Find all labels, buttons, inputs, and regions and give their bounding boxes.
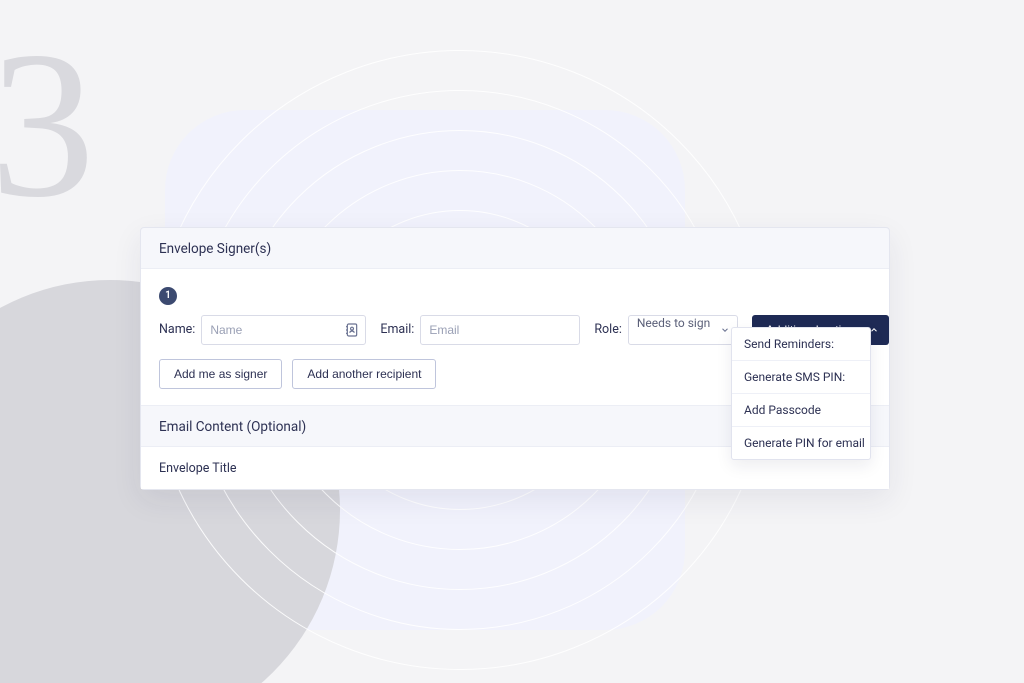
signers-section-header: Envelope Signer(s) xyxy=(141,228,889,268)
email-label: Email: xyxy=(380,322,414,337)
role-selected-value: Needs to sign xyxy=(637,316,710,330)
name-label: Name: xyxy=(159,322,195,337)
role-field: Role: Needs to sign xyxy=(594,315,738,345)
dropdown-item-send-reminders[interactable]: Send Reminders: xyxy=(732,328,870,361)
dropdown-item-add-passcode[interactable]: Add Passcode xyxy=(732,394,870,427)
role-label: Role: xyxy=(594,322,622,337)
additional-options-dropdown: Send Reminders: Generate SMS PIN: Add Pa… xyxy=(731,327,871,460)
signer-panel: 1 Name: Email: xyxy=(141,268,889,406)
signer-number-badge: 1 xyxy=(159,287,177,305)
address-book-icon[interactable] xyxy=(344,322,360,338)
role-select[interactable]: Needs to sign xyxy=(628,315,738,345)
dropdown-item-generate-sms-pin[interactable]: Generate SMS PIN: xyxy=(732,361,870,394)
email-field: Email: xyxy=(380,315,580,345)
name-input[interactable] xyxy=(201,315,366,345)
add-another-recipient-button[interactable]: Add another recipient xyxy=(292,359,436,389)
step-number-3: 3 xyxy=(0,20,95,230)
name-field: Name: xyxy=(159,315,366,345)
dropdown-item-generate-pin-email[interactable]: Generate PIN for email xyxy=(732,427,870,459)
envelope-setup-card: Envelope Signer(s) 1 Name: xyxy=(140,227,890,490)
add-me-as-signer-button[interactable]: Add me as signer xyxy=(159,359,282,389)
email-input[interactable] xyxy=(420,315,580,345)
